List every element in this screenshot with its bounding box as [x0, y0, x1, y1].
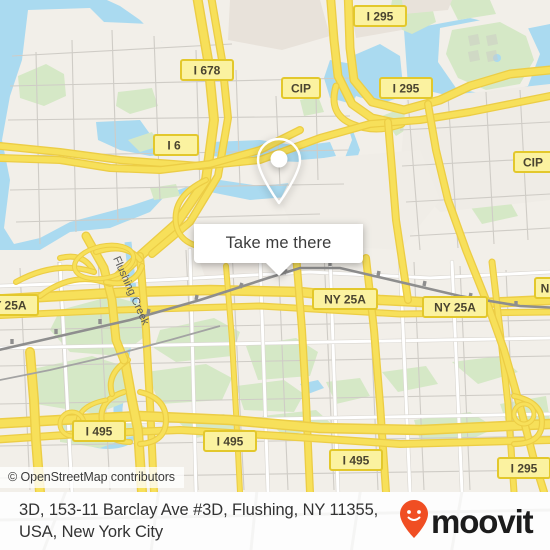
location-popup-card[interactable]: Take me there: [194, 125, 363, 276]
svg-text:I 495: I 495: [343, 454, 370, 468]
popup-tail: [265, 263, 292, 276]
svg-text:CIP: CIP: [291, 82, 311, 96]
svg-text:I 295: I 295: [393, 82, 420, 96]
svg-text:N: N: [541, 282, 550, 296]
map-pin-icon: [252, 136, 306, 213]
location-address: 3D, 153-11 Barclay Ave #3D, Flushing, NY…: [19, 501, 379, 541]
svg-text:CIP: CIP: [523, 156, 543, 170]
svg-text:Y 25A: Y 25A: [0, 299, 27, 313]
svg-text:NY 25A: NY 25A: [324, 293, 366, 307]
svg-text:I 6: I 6: [167, 139, 181, 153]
svg-text:I 295: I 295: [511, 462, 538, 476]
moovit-wordmark: moovit: [431, 502, 534, 540]
popup-cta-panel[interactable]: Take me there: [194, 224, 363, 263]
svg-text:NY 25A: NY 25A: [434, 301, 476, 315]
svg-text:I 295: I 295: [367, 10, 394, 24]
svg-text:I 495: I 495: [86, 425, 113, 439]
svg-text:I 678: I 678: [194, 64, 221, 78]
moovit-pin-icon: [399, 499, 429, 544]
popup-pin-panel: [194, 125, 363, 224]
take-me-there-label: Take me there: [225, 234, 332, 252]
moovit-map-screenshot: .rd{fill:none;stroke:#f7e05a;stroke-line…: [0, 0, 550, 550]
footer-bar: 3D, 153-11 Barclay Ave #3D, Flushing, NY…: [0, 492, 550, 550]
moovit-logo[interactable]: moovit: [399, 499, 534, 544]
svg-text:I 495: I 495: [217, 435, 244, 449]
osm-attribution[interactable]: © OpenStreetMap contributors: [0, 467, 184, 488]
